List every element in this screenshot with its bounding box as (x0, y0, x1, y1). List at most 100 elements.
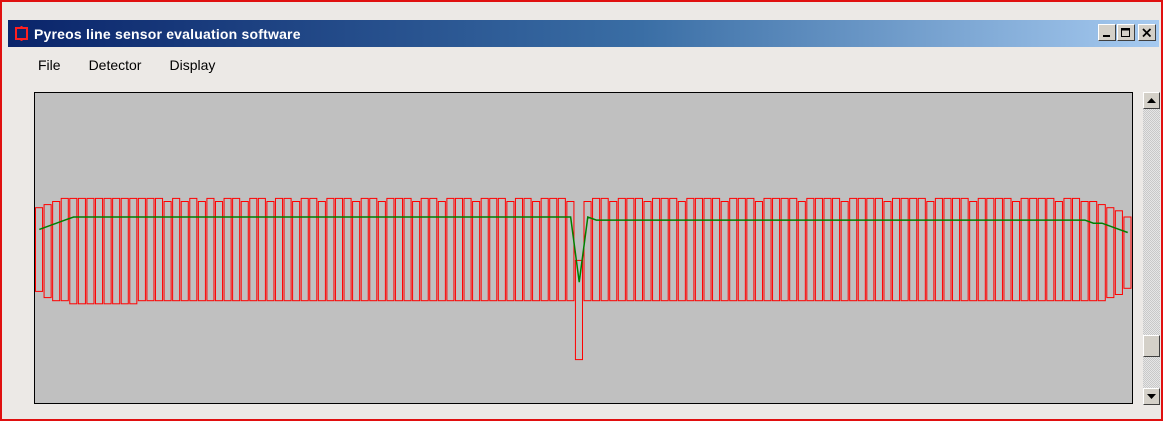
pixel-bar (360, 197, 369, 302)
minimize-icon (1103, 34, 1110, 37)
pixel-bar (626, 197, 635, 302)
scroll-down-button[interactable] (1143, 388, 1160, 405)
pixel-bar (883, 201, 892, 302)
pixel-bar (420, 197, 429, 302)
pixel-bar (334, 197, 344, 302)
close-button[interactable] (1138, 24, 1156, 41)
pixel-bar (900, 197, 909, 302)
minimize-button[interactable] (1098, 24, 1116, 41)
sensor-plot-svg (35, 197, 1132, 361)
pixel-bar (643, 201, 652, 302)
pixel-bar (806, 197, 815, 302)
pixel-bar (1106, 207, 1115, 299)
pixel-bar (1080, 201, 1089, 302)
pixel-bar (789, 197, 798, 302)
pixel-bar (463, 197, 472, 302)
pixel-bar (549, 197, 558, 302)
pixel-bar (403, 197, 412, 302)
pixel-bar (832, 197, 841, 302)
pixel-bar (1029, 197, 1038, 302)
pixel-bar (223, 197, 232, 302)
pixel-bar (1046, 197, 1055, 302)
pixel-bar (369, 197, 378, 302)
pixel-bar (814, 197, 823, 302)
pixel-bar (729, 197, 738, 302)
pixel-bar (660, 197, 669, 302)
vertical-scrollbar[interactable] (1143, 92, 1160, 405)
pixel-bar (892, 197, 901, 302)
pixel-bar (1097, 204, 1106, 302)
pixel-bar (274, 197, 284, 302)
maximize-button[interactable] (1117, 24, 1135, 41)
pixel-bar (326, 197, 335, 302)
pixel-bar (540, 197, 549, 302)
maximize-icon (1121, 27, 1130, 37)
pixel-bar (737, 197, 746, 302)
pixel-bar (600, 197, 609, 302)
pixel-bar (43, 204, 52, 299)
pixel-bar (1020, 197, 1029, 302)
pixel-bar (840, 201, 849, 302)
menu-display[interactable]: Display (155, 53, 229, 77)
title-bar[interactable]: Pyreos line sensor evaluation software (8, 20, 1159, 47)
menu-bar: File Detector Display (8, 49, 1159, 81)
pixel-bar (592, 197, 601, 302)
pixel-bar (926, 201, 935, 302)
pixel-bar (754, 201, 763, 302)
scroll-thumb[interactable] (1143, 335, 1160, 357)
pixel-bar (189, 197, 198, 302)
scroll-up-button[interactable] (1143, 92, 1160, 109)
pixel-bar (386, 197, 395, 302)
pixel-bar (1012, 201, 1021, 302)
pixel-bar (797, 201, 806, 302)
pixel-bar (557, 197, 566, 302)
pixel-bar (874, 197, 883, 302)
pixel-bar (917, 197, 926, 302)
pixel-bar (454, 197, 464, 302)
pixel-bar (617, 197, 626, 302)
pixel-bar (154, 197, 164, 302)
pixel-bar (677, 201, 686, 302)
pixel-bar (763, 197, 772, 302)
pixel-bar (703, 197, 712, 302)
pixel-bar (480, 197, 489, 302)
pixel-bar (523, 197, 532, 302)
pixel-bar (394, 197, 404, 302)
pixel-bar (1089, 201, 1098, 302)
pixel-bar (1003, 197, 1012, 302)
menu-file[interactable]: File (8, 53, 75, 77)
caption-buttons (1097, 24, 1156, 41)
pixel-bar (300, 197, 309, 302)
pixel-bar (857, 197, 866, 302)
menu-detector[interactable]: Detector (75, 53, 156, 77)
pixel-bar (1114, 210, 1123, 295)
pixel-bar (60, 197, 69, 302)
pixel-bar (172, 197, 181, 302)
pixel-bar (120, 197, 129, 305)
pixel-bar (866, 197, 875, 302)
app-icon[interactable] (14, 26, 29, 41)
pixel-bar (686, 197, 695, 302)
pixel-bar (77, 197, 86, 305)
pixel-bar (943, 197, 952, 302)
pixel-bar (652, 197, 661, 302)
pixel-bar (257, 197, 266, 302)
pixel-bar (1037, 197, 1046, 302)
pixel-bar (969, 201, 978, 302)
pixel-bar (780, 197, 789, 302)
pixel-bar (772, 197, 781, 302)
mean-line (39, 215, 1128, 283)
pixel-bar (232, 197, 241, 302)
pixel-bar (909, 197, 918, 302)
sensor-plot (34, 92, 1133, 404)
pixel-bar (694, 197, 703, 302)
pixel-bar (35, 207, 44, 292)
pixel-bar (86, 197, 95, 305)
pixel-bar (283, 197, 292, 302)
pixel-bar (94, 197, 104, 305)
pixel-bar (977, 197, 986, 302)
pixel-bar (934, 197, 943, 302)
close-icon (1142, 27, 1152, 37)
window-title: Pyreos line sensor evaluation software (34, 25, 301, 42)
pixel-bar (712, 197, 721, 302)
